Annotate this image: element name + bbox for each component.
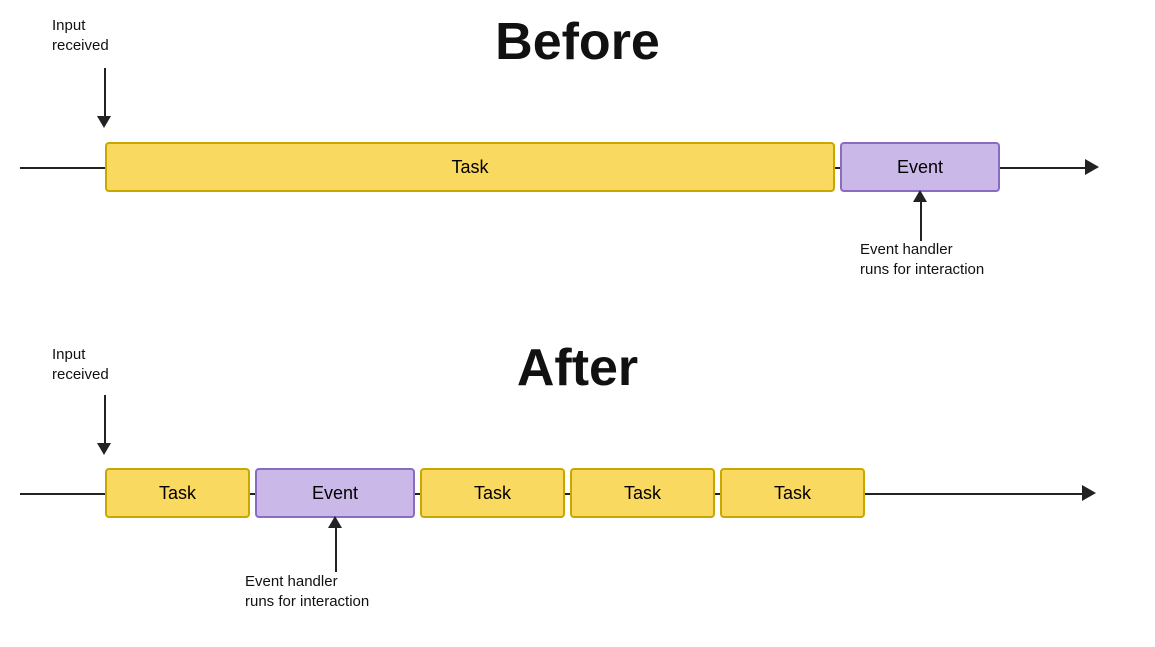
before-task-box: Task bbox=[105, 142, 835, 192]
after-task4-box: Task bbox=[720, 468, 865, 518]
after-timeline-right bbox=[865, 493, 1085, 495]
after-event-box: Event bbox=[255, 468, 415, 518]
before-timeline-left bbox=[20, 167, 105, 169]
after-input-arrow-line bbox=[104, 395, 106, 445]
before-event-ann-line bbox=[920, 196, 922, 241]
before-timeline-right bbox=[1000, 167, 1090, 169]
after-task3-box: Task bbox=[570, 468, 715, 518]
before-input-received-label: Input received bbox=[52, 16, 109, 55]
after-event-ann-arrowhead bbox=[328, 516, 342, 528]
after-event-ann-line bbox=[335, 522, 337, 572]
before-event-handler-label: Event handler runs for interaction bbox=[860, 240, 984, 279]
before-input-arrow-line bbox=[104, 68, 106, 118]
after-input-received-label: Input received bbox=[52, 345, 109, 384]
before-timeline-arrow bbox=[1085, 159, 1099, 175]
after-timeline-arrow bbox=[1082, 485, 1096, 501]
after-title: After bbox=[517, 338, 638, 398]
before-event-ann-arrowhead bbox=[913, 190, 927, 202]
diagram-container: Before Input received Task Event Event h… bbox=[0, 0, 1155, 647]
before-event-box: Event bbox=[840, 142, 1000, 192]
after-input-arrow-head bbox=[97, 443, 111, 455]
after-timeline-left bbox=[20, 493, 105, 495]
after-task1-box: Task bbox=[105, 468, 250, 518]
after-event-handler-label: Event handler runs for interaction bbox=[245, 572, 369, 611]
after-task2-box: Task bbox=[420, 468, 565, 518]
before-title: Before bbox=[495, 12, 660, 72]
before-input-arrow-head bbox=[97, 116, 111, 128]
